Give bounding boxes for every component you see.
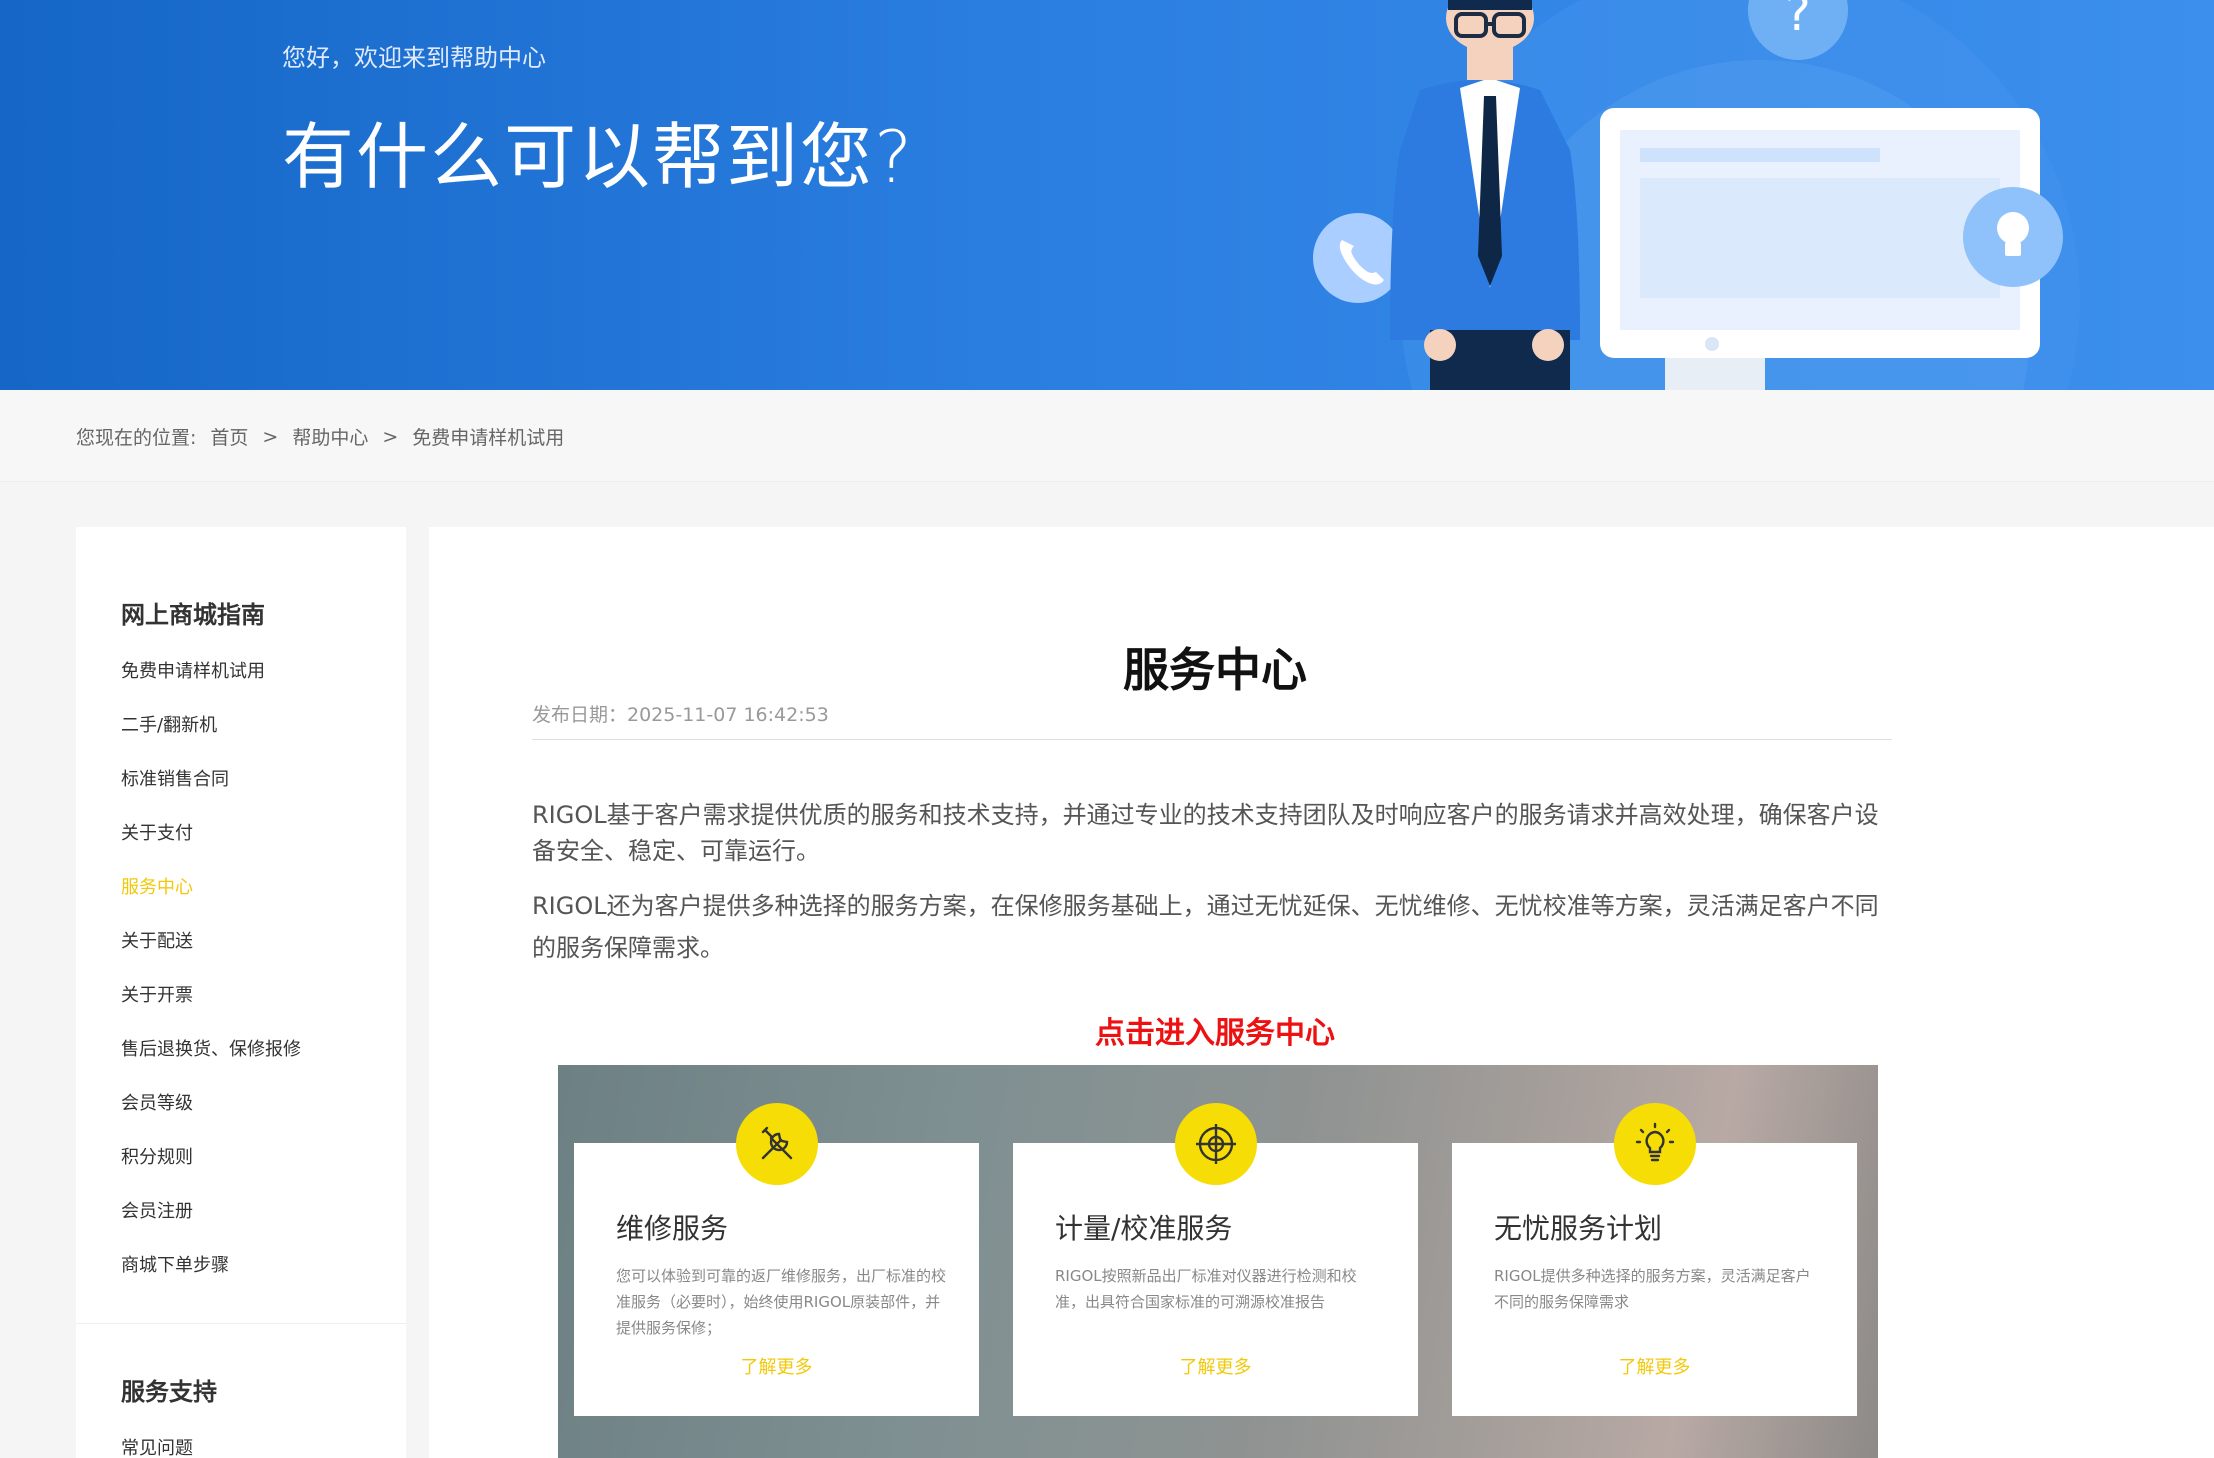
service-card-repair[interactable]: 维修服务 您可以体验到可靠的返厂维修服务，出厂标准的校准服务（必要时），始终使用… bbox=[574, 1103, 979, 1416]
learn-more-link[interactable]: 了解更多 bbox=[574, 1353, 979, 1379]
service-card-calibration[interactable]: 计量/校准服务 RIGOL按照新品出厂标准对仪器进行检测和校准，出具符合国家标准… bbox=[1013, 1103, 1418, 1416]
breadcrumb-prefix: 您现在的位置: bbox=[76, 427, 197, 449]
breadcrumb-separator: > bbox=[262, 425, 279, 448]
crosshair-icon bbox=[1175, 1103, 1257, 1185]
breadcrumb: 您现在的位置: 首页 > 帮助中心 > 免费申请样机试用 bbox=[76, 423, 564, 450]
article-paragraph: RIGOL基于客户需求提供优质的服务和技术支持，并通过专业的技术支持团队及时响应… bbox=[532, 801, 1879, 865]
sidebar-group-title-shop-guide: 网上商城指南 bbox=[121, 601, 265, 629]
sidebar-item-member-register[interactable]: 会员注册 bbox=[121, 1197, 193, 1223]
sidebar-group-title-service-support: 服务支持 bbox=[121, 1378, 217, 1406]
svg-text:?: ? bbox=[1785, 0, 1810, 42]
service-center-banner-image[interactable]: 维修服务 您可以体验到可靠的返厂维修服务，出厂标准的校准服务（必要时），始终使用… bbox=[558, 1065, 1878, 1458]
breadcrumb-separator: > bbox=[382, 425, 399, 448]
breadcrumb-home-link[interactable]: 首页 bbox=[210, 423, 248, 450]
breadcrumb-help-center-link[interactable]: 帮助中心 bbox=[292, 423, 368, 450]
customer-service-illustration: ? bbox=[1313, 0, 2080, 390]
article-date: 发布日期：2025-11-07 16:42:53 bbox=[532, 704, 829, 726]
sidebar-item-sales-contract[interactable]: 标准销售合同 bbox=[121, 765, 229, 791]
article-panel: 服务中心 发布日期：2025-11-07 16:42:53 RIGOL基于客户需… bbox=[429, 527, 2214, 1458]
service-card-desc: RIGOL提供多种选择的服务方案，灵活满足客户不同的服务保障需求 bbox=[1494, 1267, 1811, 1311]
sidebar-item-points-rules[interactable]: 积分规则 bbox=[121, 1143, 193, 1169]
help-center-banner: 您好，欢迎来到帮助中心 有什么可以帮到您? ? bbox=[0, 0, 2214, 390]
help-sidebar: 网上商城指南 免费申请样机试用 二手/翻新机 标准销售合同 关于支付 服务中心 … bbox=[76, 527, 406, 1458]
sidebar-item-payment[interactable]: 关于支付 bbox=[121, 819, 193, 845]
wrench-screwdriver-icon bbox=[736, 1103, 818, 1185]
breadcrumb-current-page[interactable]: 免费申请样机试用 bbox=[412, 423, 564, 450]
article-paragraph: RIGOL还为客户提供多种选择的服务方案，在保修服务基础上，通过无忧延保、无忧维… bbox=[532, 892, 1879, 962]
sidebar-item-faq[interactable]: 常见问题 bbox=[121, 1434, 193, 1458]
service-card-title: 计量/校准服务 bbox=[1055, 1212, 1233, 1245]
learn-more-link[interactable]: 了解更多 bbox=[1013, 1353, 1418, 1379]
sidebar-item-returns-repair[interactable]: 售后退换货、保修报修 bbox=[121, 1035, 301, 1061]
article-title: 服务中心 bbox=[1123, 643, 1307, 697]
service-card-desc: RIGOL按照新品出厂标准对仪器进行检测和校准，出具符合国家标准的可溯源校准报告 bbox=[1055, 1267, 1357, 1311]
sidebar-item-order-steps[interactable]: 商城下单步骤 bbox=[121, 1251, 229, 1277]
sidebar-item-service-center[interactable]: 服务中心 bbox=[121, 873, 193, 899]
sidebar-item-delivery[interactable]: 关于配送 bbox=[121, 927, 193, 953]
sidebar-item-refurbished[interactable]: 二手/翻新机 bbox=[121, 711, 217, 737]
breadcrumb-bar: 您现在的位置: 首页 > 帮助中心 > 免费申请样机试用 bbox=[0, 390, 2214, 482]
lightbulb-icon bbox=[1614, 1103, 1696, 1185]
learn-more-link[interactable]: 了解更多 bbox=[1452, 1353, 1857, 1379]
service-card-desc: 您可以体验到可靠的返厂维修服务，出厂标准的校准服务（必要时），始终使用RIGOL… bbox=[616, 1267, 947, 1337]
sidebar-item-free-trial[interactable]: 免费申请样机试用 bbox=[121, 657, 265, 683]
service-card-title: 维修服务 bbox=[616, 1212, 729, 1245]
service-center-link[interactable]: 点击进入服务中心 bbox=[429, 1008, 2001, 1052]
banner-headline: 有什么可以帮到您? bbox=[282, 115, 915, 199]
article-divider bbox=[532, 739, 1892, 740]
service-card-title: 无忧服务计划 bbox=[1494, 1212, 1663, 1245]
banner-greeting: 您好，欢迎来到帮助中心 bbox=[282, 44, 546, 72]
sidebar-item-invoice[interactable]: 关于开票 bbox=[121, 981, 193, 1007]
sidebar-item-member-level[interactable]: 会员等级 bbox=[121, 1089, 193, 1115]
sidebar-divider bbox=[76, 1323, 406, 1324]
service-card-worry-free-plan[interactable]: 无忧服务计划 RIGOL提供多种选择的服务方案，灵活满足客户不同的服务保障需求 … bbox=[1452, 1103, 1857, 1416]
